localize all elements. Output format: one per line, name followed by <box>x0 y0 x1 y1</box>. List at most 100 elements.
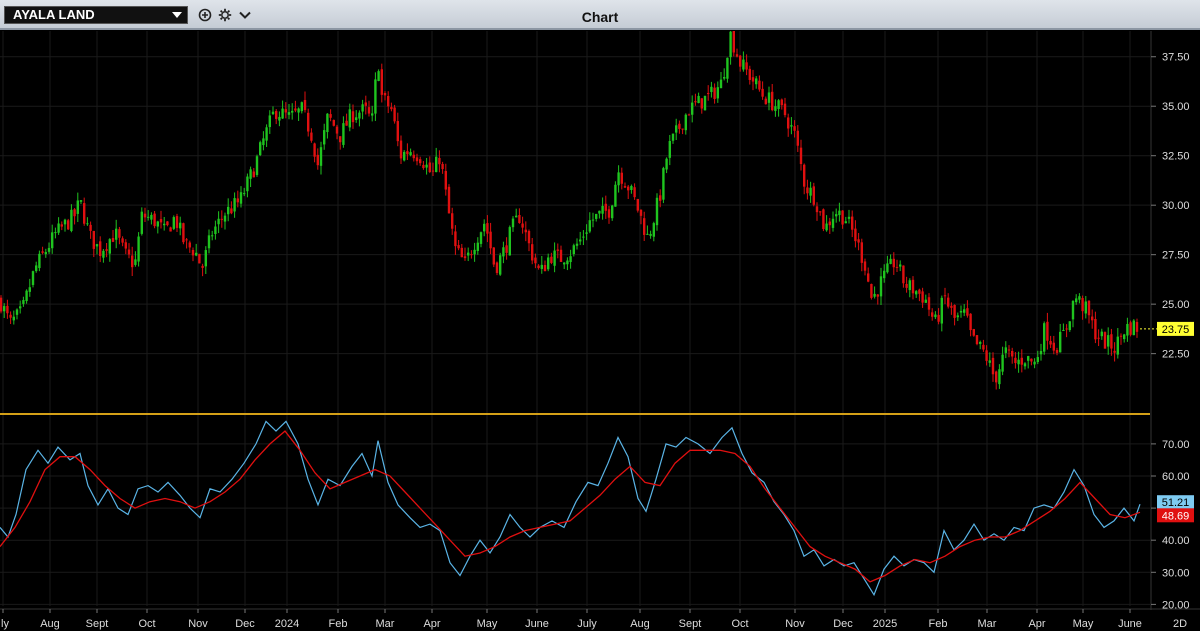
candle <box>479 232 483 244</box>
x-tick-label: Nov <box>188 618 208 630</box>
candle <box>316 154 319 166</box>
candle <box>748 68 751 80</box>
candle <box>1084 301 1087 314</box>
candle <box>425 164 428 168</box>
candle <box>982 344 985 350</box>
x-tick-label: May <box>1073 618 1094 630</box>
candle <box>726 57 729 79</box>
candle <box>198 253 201 264</box>
candle <box>1017 359 1020 365</box>
candle <box>444 170 447 190</box>
candle <box>860 242 863 263</box>
x-tick-label: Apr <box>1028 618 1045 630</box>
candle <box>604 203 607 211</box>
candle <box>108 239 111 254</box>
candle <box>188 242 191 248</box>
candle <box>703 95 707 111</box>
candle <box>345 120 348 126</box>
candle <box>508 227 511 256</box>
candle <box>655 197 659 226</box>
candle <box>947 297 950 307</box>
candle <box>649 233 652 236</box>
candle <box>812 186 815 205</box>
candle <box>924 299 927 303</box>
candle <box>329 114 332 118</box>
candle <box>505 245 508 253</box>
candle <box>467 252 470 256</box>
candle <box>943 295 947 297</box>
y-tick-label: 25.00 <box>1162 299 1190 311</box>
candle <box>115 228 118 240</box>
candle <box>262 138 265 146</box>
candle <box>1081 297 1084 312</box>
candle <box>265 127 268 141</box>
x-tick-label: Mar <box>978 618 997 630</box>
chart-title: Chart <box>581 9 619 25</box>
x-tick-label: May <box>477 618 498 630</box>
candle <box>201 265 204 268</box>
candle <box>124 242 127 249</box>
candle <box>220 218 223 220</box>
candle <box>662 168 665 200</box>
candle <box>204 250 207 267</box>
candle <box>643 218 646 235</box>
candle <box>140 211 143 234</box>
candle <box>489 231 492 249</box>
candle <box>102 250 105 258</box>
candle <box>15 309 19 315</box>
x-tick-label: ly <box>1 618 9 630</box>
candle <box>527 230 531 244</box>
candle <box>835 214 838 217</box>
candle <box>652 223 655 237</box>
x-tick-label: June <box>525 618 549 630</box>
x-tick-label: Feb <box>929 618 948 630</box>
candle <box>844 221 847 224</box>
candle <box>975 335 979 345</box>
candle <box>1129 322 1132 335</box>
candle <box>54 232 57 234</box>
candle <box>76 200 79 214</box>
candle <box>163 223 166 226</box>
candle <box>614 184 617 207</box>
y-tick-label: 40.00 <box>1162 535 1190 547</box>
candle <box>422 164 425 169</box>
candle <box>275 111 278 119</box>
candle <box>355 117 358 121</box>
candle <box>1065 328 1068 330</box>
candle <box>214 226 217 234</box>
candle <box>111 237 115 242</box>
candle <box>172 217 175 229</box>
candle <box>175 216 179 228</box>
candle <box>927 297 931 310</box>
candle <box>428 162 431 173</box>
candle <box>499 255 502 275</box>
candle <box>207 235 211 249</box>
candle <box>348 109 351 128</box>
candle <box>543 265 547 272</box>
x-tick-label: Apr <box>423 618 440 630</box>
candle <box>966 308 969 316</box>
candle <box>31 271 35 285</box>
chart-canvas[interactable]: 22.50 25.00 27.50 30.00 32.50 35.00 37.50 20.00… <box>0 31 1200 631</box>
candle <box>390 107 393 110</box>
candle <box>470 254 473 256</box>
candle <box>819 211 822 213</box>
candle <box>252 171 255 178</box>
candle <box>351 111 355 123</box>
candle <box>697 95 700 104</box>
x-tick-label: Dec <box>235 618 255 630</box>
candle <box>1059 331 1062 353</box>
candle <box>572 245 575 255</box>
candle <box>790 125 793 127</box>
candle <box>294 108 297 111</box>
candle <box>19 306 22 309</box>
candle <box>230 208 233 214</box>
candle <box>259 142 262 156</box>
candle <box>707 93 710 95</box>
candle <box>278 116 281 121</box>
candle <box>908 280 911 291</box>
candle <box>598 210 601 214</box>
candle <box>374 79 377 114</box>
candle <box>409 152 412 156</box>
candle <box>121 238 124 243</box>
